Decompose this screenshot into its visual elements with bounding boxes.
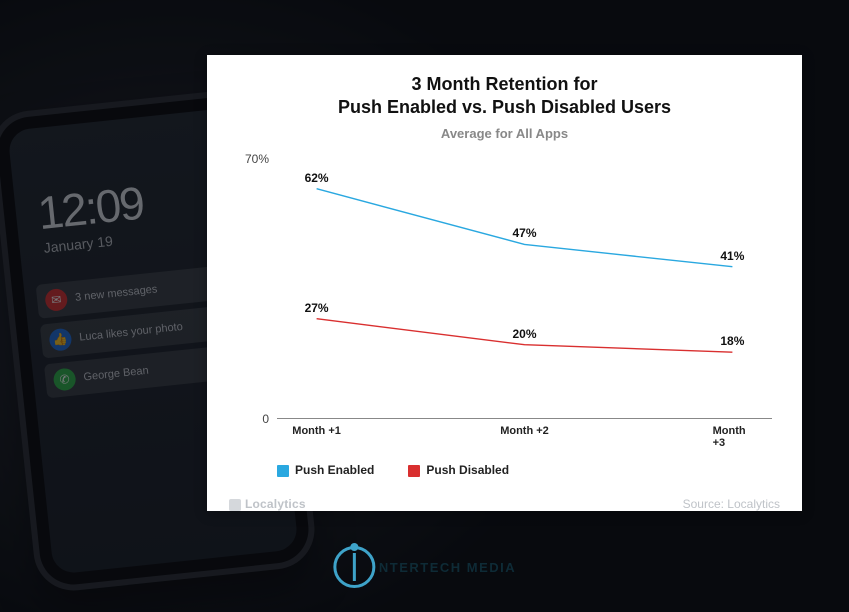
data-label: 27% [305,301,329,315]
chart-title-line1: 3 Month Retention for [412,74,598,94]
bar-chart-icon [229,499,241,511]
chart-title-line2: Push Enabled vs. Push Disabled Users [338,97,671,117]
legend-item-disabled: Push Disabled [408,463,509,477]
data-label: 62% [305,171,329,185]
legend: Push Enabled Push Disabled [277,463,780,477]
legend-item-enabled: Push Enabled [277,463,374,477]
legend-swatch-icon [277,465,289,477]
y-tick-label: 0 [233,412,269,426]
legend-label: Push Enabled [295,463,374,477]
chart-lines-svg [277,159,772,419]
data-label: 20% [512,327,536,341]
x-axis-line [277,418,772,419]
legend-label: Push Disabled [426,463,509,477]
logo-stem [352,553,355,581]
data-label: 47% [512,226,536,240]
intertech-media-logo: NTERTECH MEDIA [333,546,516,588]
logo-text: NTERTECH MEDIA [379,560,516,575]
brand-text: Localytics [245,497,306,511]
x-axis-labels: Month +1 Month +2 Month +3 [277,425,772,445]
plot-area: 70% 0 62% 47% 41% 27% 20% 18% [277,159,772,419]
legend-swatch-icon [408,465,420,477]
card-footer: Localytics Source: Localytics [229,497,780,511]
logo-circle-icon [333,546,375,588]
chart-card: 3 Month Retention for Push Enabled vs. P… [207,55,802,511]
data-label: 18% [720,334,744,348]
localytics-brand: Localytics [229,497,306,511]
chart-title: 3 Month Retention for Push Enabled vs. P… [229,73,780,118]
logo-dot [350,543,358,551]
chart-subtitle: Average for All Apps [229,126,780,141]
x-tick-label: Month +1 [292,425,341,437]
source-text: Source: Localytics [683,497,780,511]
x-tick-label: Month +2 [500,425,549,437]
data-label: 41% [720,249,744,263]
page-root: 12:09 January 19 ✉ 3 new messages 👍 Luca… [0,0,849,612]
x-tick-label: Month +3 [713,425,753,449]
y-tick-label: 70% [233,152,269,166]
